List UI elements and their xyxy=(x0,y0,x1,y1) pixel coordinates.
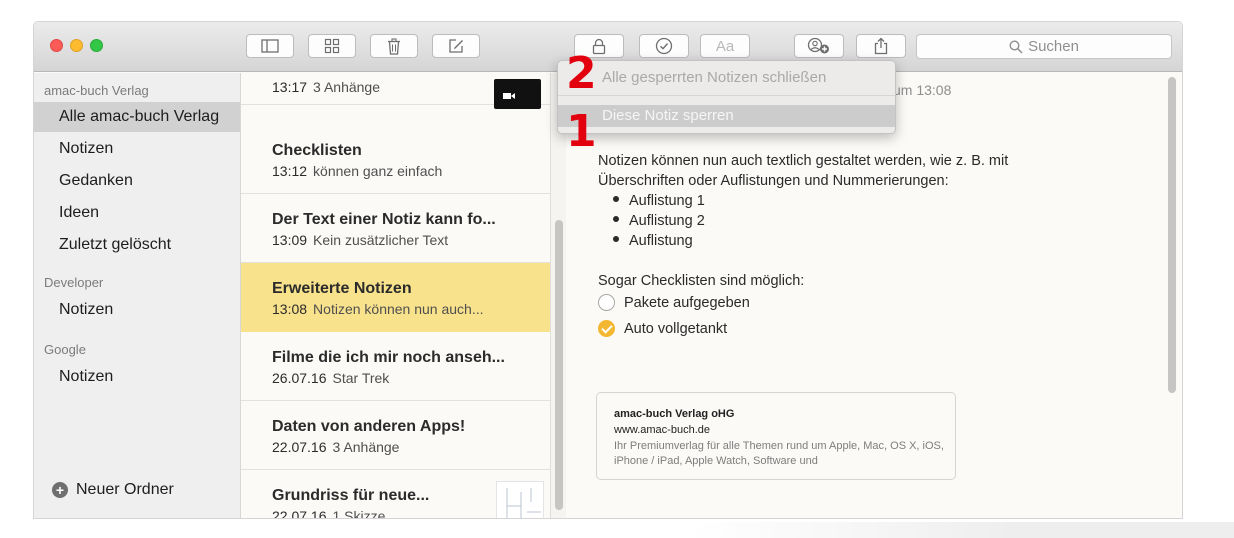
note-item-selected[interactable]: Erweiterte Notizen 13:08 Notizen können n… xyxy=(241,263,551,332)
search-field[interactable]: Suchen xyxy=(916,34,1172,59)
note-title: Filme die ich mir noch anseh... xyxy=(272,349,505,366)
delete-note-button[interactable] xyxy=(370,34,418,58)
note-meta: 26.07.16 Star Trek xyxy=(272,370,390,386)
trash-icon xyxy=(388,37,400,55)
note-date: um 13:08 xyxy=(893,82,952,98)
list-item: Auflistung xyxy=(613,233,693,249)
bottom-shadow xyxy=(690,522,1234,538)
link-preview-card[interactable]: amac-buch Verlag oHG www.amac-buch.de Ih… xyxy=(596,392,956,480)
close-window-button[interactable] xyxy=(50,39,63,52)
link-description: Ihr Premiumverlag für alle Themen rund u… xyxy=(614,440,944,467)
note-meta: 22.07.16 3 Anhänge xyxy=(272,439,400,455)
list-item: Auflistung 1 xyxy=(613,193,705,209)
minimize-window-button[interactable] xyxy=(70,39,83,52)
bullet-icon xyxy=(613,236,619,243)
video-camera-icon xyxy=(503,93,511,99)
note-preview: 3 Anhänge xyxy=(313,79,381,95)
note-meta: 13:09 Kein zusätzlicher Text xyxy=(272,232,449,248)
note-paragraph: Notizen können nun auch textlich gestalt… xyxy=(598,153,1009,169)
search-icon xyxy=(1009,39,1023,54)
sidebar-group-google: Google xyxy=(44,342,86,357)
note-item[interactable]: Checklisten 13:12 können ganz einfach xyxy=(241,125,551,194)
callout-number-1: 1 xyxy=(566,106,597,157)
note-title: Erweiterte Notizen xyxy=(272,280,412,297)
video-thumbnail xyxy=(494,79,541,109)
checklist-button[interactable] xyxy=(639,34,689,58)
link-url: www.amac-buch.de xyxy=(614,424,710,436)
note-title: Daten von anderen Apps! xyxy=(272,418,466,435)
checkmark-circle-icon xyxy=(655,37,673,55)
new-note-button[interactable] xyxy=(432,34,480,58)
sidebar-item-ideen[interactable]: Ideen xyxy=(34,198,240,228)
sidebar-item-developer-notizen[interactable]: Notizen xyxy=(34,295,240,325)
note-meta: 13:08 Notizen können nun auch... xyxy=(272,301,484,317)
link-title: amac-buch Verlag oHG xyxy=(614,408,735,420)
note-item[interactable]: Der Text einer Notiz kann fo... 13:09 Kei… xyxy=(241,194,551,263)
sidebar-group-developer: Developer xyxy=(44,275,104,290)
compose-icon xyxy=(449,39,463,53)
callout-number-2: 2 xyxy=(566,48,597,99)
note-meta: 13:12 können ganz einfach xyxy=(272,163,443,179)
new-folder-label: Neuer Ordner xyxy=(76,481,174,498)
note-editor[interactable]: um 13:08 Notizen können nun auch textlic… xyxy=(568,73,1182,518)
note-title: Grundriss für neue... xyxy=(272,487,430,504)
lock-menu: Alle gesperrten Notizen schließen Diese … xyxy=(557,60,896,134)
menu-item-close-locked-notes[interactable]: Alle gesperrten Notizen schließen xyxy=(558,67,895,89)
new-folder-button[interactable]: + Neuer Ordner xyxy=(52,481,174,499)
add-people-button[interactable] xyxy=(794,34,844,58)
note-item[interactable]: 13:17 3 Anhänge xyxy=(241,73,551,109)
note-list-scroll-thumb[interactable] xyxy=(555,220,563,510)
sidebar-item-google-notizen[interactable]: Notizen xyxy=(34,362,240,392)
sidebar-item-notizen[interactable]: Notizen xyxy=(34,134,240,164)
note-title: Der Text einer Notiz kann fo... xyxy=(272,211,496,228)
sidebar-item-zuletzt-geloescht[interactable]: Zuletzt gelöscht xyxy=(34,230,240,260)
grid-icon xyxy=(324,38,340,54)
note-item[interactable]: Daten von anderen Apps! 22.07.16 3 Anhäng… xyxy=(241,401,551,470)
sidebar-icon xyxy=(261,39,279,53)
sidebar-item-alle-amac-buch[interactable]: Alle amac-buch Verlag xyxy=(34,102,240,132)
sidebar-item-gedanken[interactable]: Gedanken xyxy=(34,166,240,196)
plus-circle-icon: + xyxy=(52,482,68,498)
note-item[interactable]: Filme die ich mir noch anseh... 26.07.16… xyxy=(241,332,551,401)
bullet-icon xyxy=(613,196,619,203)
list-item: Auflistung 2 xyxy=(613,213,705,229)
note-paragraph: Überschriften oder Auflistungen und Numm… xyxy=(598,173,949,189)
sidebar: amac-buch Verlag Alle amac-buch Verlag N… xyxy=(34,73,241,518)
editor-scrollbar[interactable] xyxy=(1164,73,1182,518)
checklist-item[interactable]: Auto vollgetankt xyxy=(598,320,727,337)
share-button[interactable] xyxy=(856,34,906,58)
note-meta: 13:17 3 Anhänge xyxy=(272,79,380,95)
note-title: Checklisten xyxy=(272,142,362,159)
toggle-sidebar-button[interactable] xyxy=(246,34,294,58)
note-meta: 22.07.16 1 Skizze xyxy=(272,508,386,518)
checklist-heading: Sogar Checklisten sind möglich: xyxy=(598,273,805,289)
menu-separator xyxy=(558,95,895,96)
note-item[interactable]: Grundriss für neue... 22.07.16 1 Skizze xyxy=(241,470,551,518)
checkbox-checked-icon[interactable] xyxy=(598,320,615,337)
note-time: 13:17 xyxy=(272,79,308,95)
note-list: 13:17 3 Anhänge Checklisten 13:12 können g… xyxy=(241,73,551,518)
sidebar-group-amac-buch: amac-buch Verlag xyxy=(44,83,149,98)
search-placeholder: Suchen xyxy=(1028,38,1079,55)
editor-scroll-thumb[interactable] xyxy=(1168,77,1176,393)
checkbox-empty-icon[interactable] xyxy=(598,294,615,311)
checklist-item[interactable]: Pakete aufgegeben xyxy=(598,294,750,311)
add-people-icon xyxy=(807,37,829,54)
format-button[interactable]: Aa xyxy=(700,34,750,58)
bullet-icon xyxy=(613,216,619,223)
menu-item-lock-note[interactable]: Diese Notiz sperren xyxy=(558,105,895,127)
format-label: Aa xyxy=(715,37,735,55)
sketch-thumbnail xyxy=(496,481,544,518)
share-icon xyxy=(874,37,888,55)
note-list-scrollbar[interactable] xyxy=(550,73,566,518)
attachments-browser-button[interactable] xyxy=(308,34,356,58)
zoom-window-button[interactable] xyxy=(90,39,103,52)
